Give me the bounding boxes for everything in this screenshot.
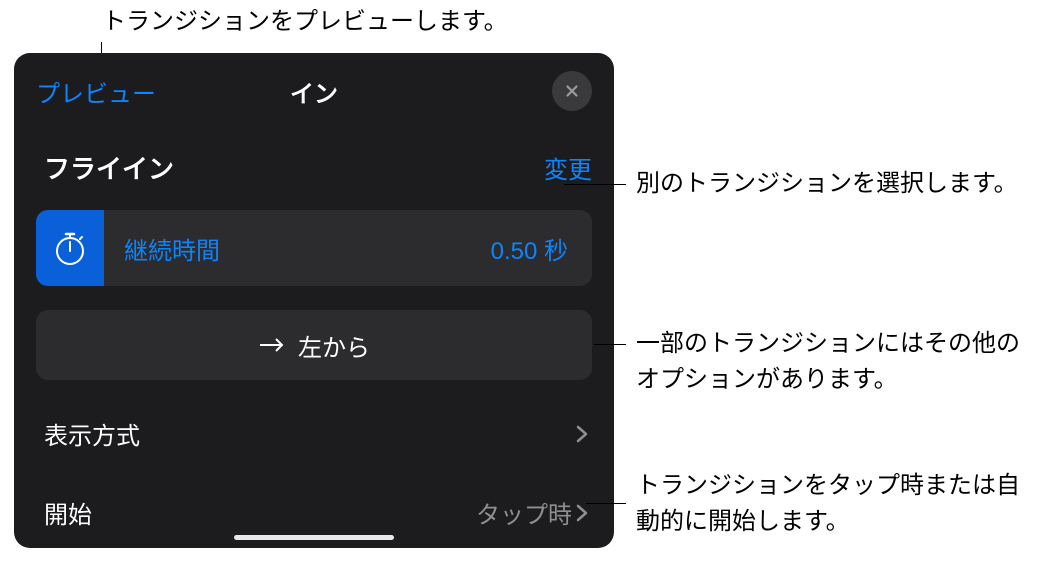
transition-name: フライイン [44,149,174,186]
chevron-right-icon [576,504,588,522]
annotation-direction: 一部のトランジションにはその他のオプションがあります。 [636,326,1037,398]
start-value: タップ時 [476,495,572,530]
annotation-preview: トランジションをプレビューします。 [102,4,508,40]
callout-line [586,503,626,504]
close-icon [563,82,581,100]
display-method-label: 表示方式 [44,416,140,451]
transition-panel: プレビュー イン フライイン 変更 継続時間 0.50 秒 [14,53,614,548]
duration-label: 継続時間 [124,231,491,266]
display-method-row[interactable]: 表示方式 [14,394,614,473]
callout-line [594,344,626,345]
annotation-change: 別のトランジションを選択します。 [636,166,1018,202]
arrow-right-icon [258,335,286,355]
panel-title: イン [290,74,338,109]
display-method-chevron-wrap [576,425,588,443]
direction-label: 左から [298,328,370,363]
duration-value: 0.50 秒 [491,231,568,266]
callout-line [564,184,626,185]
preview-button[interactable]: プレビュー [36,74,156,109]
annotation-start: トランジションをタップ時または自動的に開始します。 [636,468,1037,540]
duration-icon-box [36,210,104,286]
stopwatch-icon [50,228,90,268]
direction-row[interactable]: 左から [36,310,592,380]
transition-name-row: フライイン 変更 [14,133,614,202]
home-indicator [234,535,394,540]
change-button[interactable]: 変更 [544,150,592,185]
close-button[interactable] [552,71,592,111]
duration-row[interactable]: 継続時間 0.50 秒 [36,210,592,286]
chevron-right-icon [576,425,588,443]
panel-header: プレビュー イン [14,53,614,133]
start-label: 開始 [44,495,92,530]
start-value-wrap: タップ時 [476,495,588,530]
